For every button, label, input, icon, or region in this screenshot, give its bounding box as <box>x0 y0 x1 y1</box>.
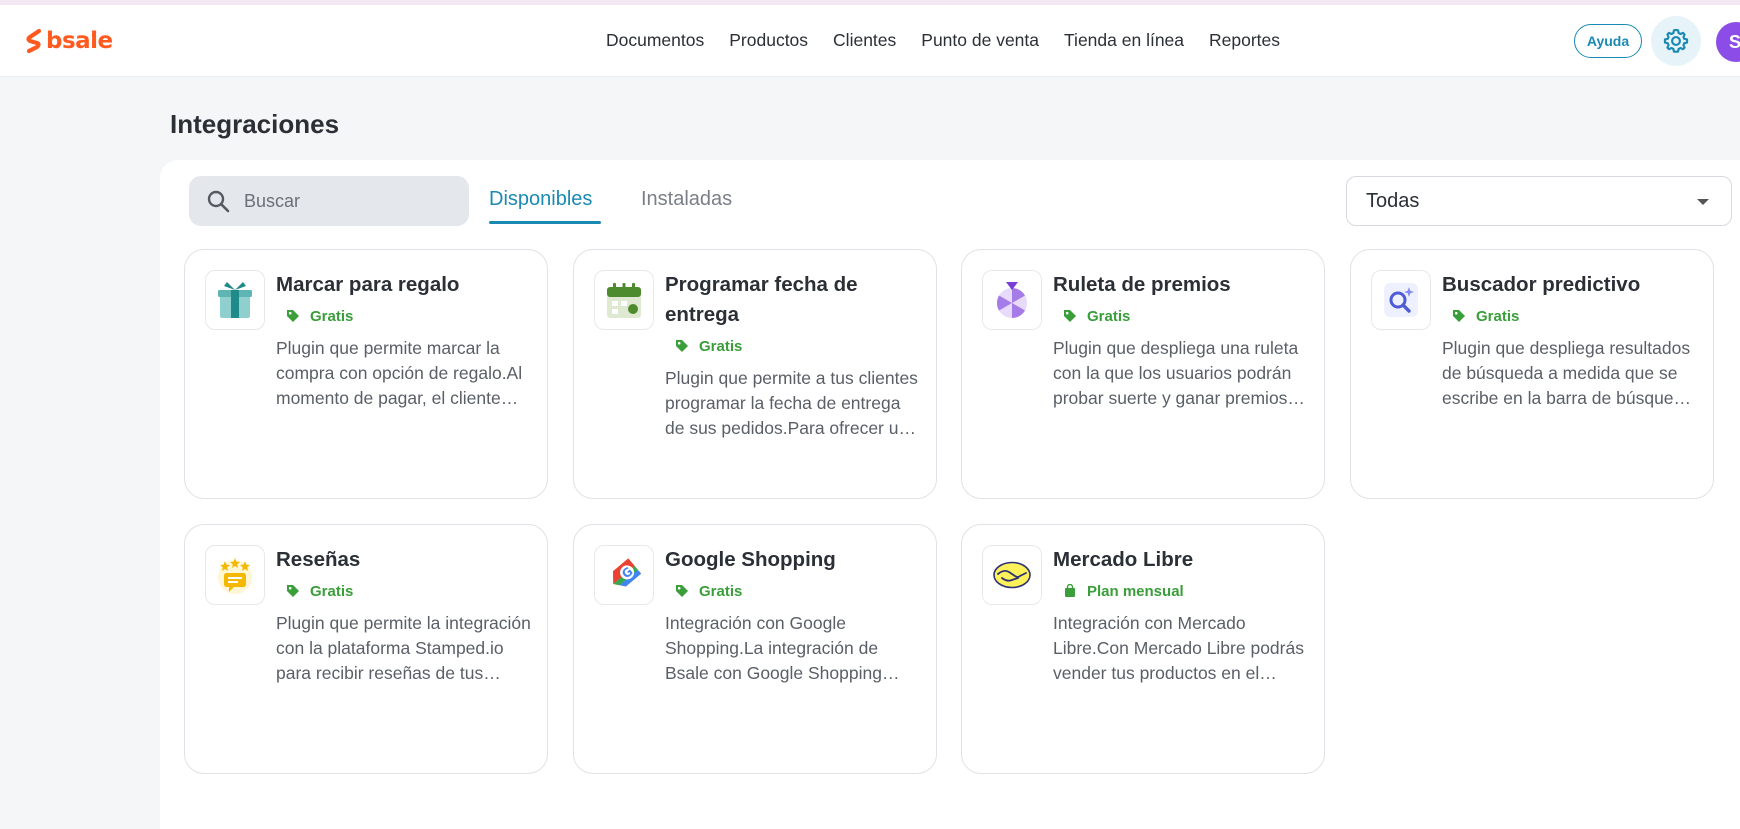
card-content: Mercado Libre Plan mensual Integración c… <box>1053 545 1308 686</box>
search-box[interactable] <box>189 176 469 226</box>
card-price-label: Gratis <box>699 337 743 355</box>
card-description: Plugin que permite marcar la compra con … <box>276 338 523 408</box>
brand-logo[interactable]: bsale <box>26 28 113 54</box>
card-content: Google Shopping Gratis Integración con G… <box>665 545 920 686</box>
search-input[interactable] <box>244 190 444 212</box>
mercado-libre-icon <box>993 561 1031 589</box>
card-price: Gratis <box>1063 304 1308 328</box>
card-description: Integración con Google Shopping.La integ… <box>665 613 882 683</box>
card-content: Ruleta de premios Gratis Plugin que desp… <box>1053 270 1308 411</box>
nav-clientes[interactable]: Clientes <box>833 30 896 51</box>
chevron-down-icon <box>1697 199 1709 205</box>
card-content: Buscador predictivo Gratis Plugin que de… <box>1442 270 1697 411</box>
gear-icon <box>1663 28 1689 53</box>
card-price: Gratis <box>286 579 531 603</box>
settings-button[interactable] <box>1651 16 1701 66</box>
tag-icon <box>287 585 299 597</box>
integration-card-mercado-libre[interactable]: Mercado Libre Plan mensual Integración c… <box>961 524 1325 774</box>
card-title: Buscador predictivo <box>1442 273 1641 296</box>
top-navigation-bar: bsale Documentos Productos Clientes Punt… <box>0 5 1740 77</box>
card-icon-box <box>594 270 654 330</box>
card-price-label: Gratis <box>1476 307 1520 325</box>
card-price: Gratis <box>286 304 531 328</box>
tag-icon <box>287 310 299 322</box>
brand-logo-text: bsale <box>46 28 113 54</box>
nav-punto-de-venta[interactable]: Punto de venta <box>921 30 1039 51</box>
help-button[interactable]: Ayuda <box>1574 24 1642 58</box>
user-avatar[interactable]: S <box>1716 22 1740 62</box>
search-sparkle-icon <box>1384 283 1418 317</box>
card-icon-box <box>205 270 265 330</box>
bag-icon <box>1065 584 1075 597</box>
card-price: Plan mensual <box>1063 579 1308 603</box>
card-icon-box: G <box>594 545 654 605</box>
card-description: Integración con Mercado Libre.Con Mercad… <box>1053 613 1304 683</box>
card-price-label: Gratis <box>310 307 354 325</box>
card-title: Marcar para regalo <box>276 273 460 296</box>
tab-instaladas[interactable]: Instaladas <box>641 188 732 211</box>
card-price-label: Plan mensual <box>1087 582 1184 600</box>
card-title: Reseñas <box>276 548 361 571</box>
integration-card-programar-fecha-de-entrega[interactable]: Programar fecha de entrega Gratis Plugin… <box>573 249 937 499</box>
reviews-icon <box>218 558 252 594</box>
card-content: Reseñas Gratis Plugin que permite la int… <box>276 545 531 686</box>
card-description: Plugin que permite la integración con la… <box>276 613 531 683</box>
card-description: Plugin que despliega una ruleta con la q… <box>1053 338 1302 408</box>
integration-card-ruleta-de-premios[interactable]: Ruleta de premios Gratis Plugin que desp… <box>961 249 1325 499</box>
calendar-icon <box>607 283 641 318</box>
nav-tienda-en-linea[interactable]: Tienda en línea <box>1064 30 1184 51</box>
card-icon-box <box>982 270 1042 330</box>
gift-icon <box>218 282 252 318</box>
card-icon-box <box>1371 270 1431 330</box>
card-content: Programar fecha de entrega Gratis Plugin… <box>665 270 920 441</box>
card-description: Plugin que despliega resultados de búsqu… <box>1442 338 1694 408</box>
card-price: Gratis <box>675 334 920 358</box>
bsale-logo-icon <box>26 29 42 53</box>
card-price-label: Gratis <box>1087 307 1131 325</box>
roulette-icon <box>996 282 1027 318</box>
category-filter-value: Todas <box>1366 189 1420 212</box>
nav-productos[interactable]: Productos <box>729 30 808 51</box>
integration-card-buscador-predictivo[interactable]: Buscador predictivo Gratis Plugin que de… <box>1350 249 1714 499</box>
active-tab-indicator <box>489 221 601 224</box>
card-icon-box <box>982 545 1042 605</box>
tag-icon <box>1064 310 1076 322</box>
nav-documentos[interactable]: Documentos <box>606 30 704 51</box>
main-nav: Documentos Productos Clientes Punto de v… <box>606 30 1280 51</box>
card-content: Marcar para regalo Gratis Plugin que per… <box>276 270 531 411</box>
card-price-label: Gratis <box>310 582 354 600</box>
card-title: Ruleta de premios <box>1053 273 1231 296</box>
card-price-label: Gratis <box>699 582 743 600</box>
card-title: Programar fecha de entrega <box>665 273 858 326</box>
card-title: Mercado Libre <box>1053 548 1194 571</box>
category-filter-select[interactable]: Todas <box>1346 176 1732 226</box>
integration-card-resenas[interactable]: Reseñas Gratis Plugin que permite la int… <box>184 524 548 774</box>
tab-disponibles[interactable]: Disponibles <box>489 188 592 211</box>
page-title: Integraciones <box>170 109 340 139</box>
integration-card-marcar-para-regalo[interactable]: Marcar para regalo Gratis Plugin que per… <box>184 249 548 499</box>
card-price: Gratis <box>675 579 920 603</box>
tag-icon <box>1453 310 1465 322</box>
card-price: Gratis <box>1452 304 1697 328</box>
card-title: Google Shopping <box>665 548 836 571</box>
card-icon-box <box>205 545 265 605</box>
tag-icon <box>676 340 688 352</box>
google-shopping-icon: G <box>612 558 642 587</box>
integration-card-google-shopping[interactable]: G Google Shopping Gratis Integración con… <box>573 524 937 774</box>
card-description: Plugin que permite a tus clientes progra… <box>665 368 918 438</box>
search-icon <box>207 190 230 213</box>
nav-reportes[interactable]: Reportes <box>1209 30 1280 51</box>
tag-icon <box>676 585 688 597</box>
